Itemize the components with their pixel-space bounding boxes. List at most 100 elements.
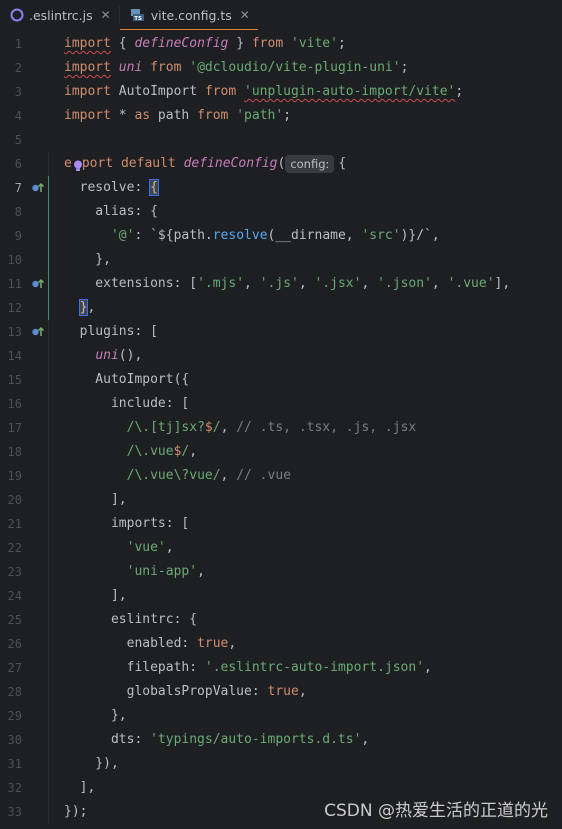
code-line[interactable]: 11 extensions: ['.mjs', '.js', '.jsx', '… bbox=[0, 272, 562, 296]
code-editor[interactable]: 1 import { defineConfig } from 'vite'; 2 im… bbox=[0, 30, 562, 829]
line-number: 10 bbox=[7, 253, 22, 267]
line-number: 2 bbox=[14, 61, 22, 75]
code-text: '@': `${path.resolve(__dirname, 'src')}/… bbox=[110, 228, 440, 243]
line-number: 22 bbox=[7, 541, 22, 555]
code-line[interactable]: 22 'vue', bbox=[0, 536, 562, 560]
implementation-gutter-icon[interactable] bbox=[30, 272, 46, 296]
line-number: 18 bbox=[7, 445, 22, 459]
intention-bulb-icon[interactable] bbox=[73, 157, 83, 171]
code-line[interactable]: 17 /\.[tj]sx?$/, // .ts, .tsx, .js, .jsx bbox=[0, 416, 562, 440]
parameter-name-hint: config: bbox=[285, 154, 335, 173]
implementation-gutter-icon[interactable] bbox=[30, 320, 46, 344]
line-number: 21 bbox=[7, 517, 22, 531]
code-text: }, bbox=[64, 708, 127, 723]
code-text: 'vue', bbox=[126, 540, 174, 555]
code-line[interactable]: 8 alias: { bbox=[0, 200, 562, 224]
code-text: import uni from '@dcloudio/vite-plugin-u… bbox=[64, 60, 409, 75]
code-text: uni(), bbox=[95, 348, 143, 363]
code-text: }); bbox=[64, 804, 88, 819]
code-line[interactable]: 14 uni(), bbox=[0, 344, 562, 368]
code-line[interactable]: 15 AutoImport({ bbox=[0, 368, 562, 392]
code-line[interactable]: 20 ], bbox=[0, 488, 562, 512]
tab-eslintrc[interactable]: .eslintrc.js ✕ bbox=[0, 0, 119, 30]
code-text: }), bbox=[64, 756, 119, 771]
code-line[interactable]: 3 import AutoImport from 'unplugin-auto-i… bbox=[0, 80, 562, 104]
code-text: ], bbox=[64, 780, 96, 795]
code-line[interactable]: 13 plugins: [ bbox=[0, 320, 562, 344]
code-text: ], bbox=[64, 588, 127, 603]
line-number: 12 bbox=[7, 301, 22, 315]
tab-vite-config[interactable]: TS vite.config.ts ✕ bbox=[119, 0, 259, 31]
code-text: /\.vue$/, bbox=[126, 444, 198, 459]
code-line[interactable]: 1 import { defineConfig } from 'vite'; bbox=[0, 32, 562, 56]
line-number: 9 bbox=[14, 229, 22, 243]
code-text: /\.vue\?vue/, // .vue bbox=[126, 468, 291, 483]
code-text: globalsPropValue: true, bbox=[64, 684, 307, 699]
code-text: 'uni-app', bbox=[126, 564, 205, 579]
editor-tab-bar: .eslintrc.js ✕ TS vite.config.ts ✕ bbox=[0, 0, 562, 31]
watermark: CSDN @热爱生活的正道的光 bbox=[324, 801, 548, 821]
line-number: 30 bbox=[7, 733, 22, 747]
line-number: 13 bbox=[7, 325, 22, 339]
code-text: enabled: true, bbox=[64, 636, 237, 651]
code-line[interactable]: 2 import uni from '@dcloudio/vite-plugin-… bbox=[0, 56, 562, 80]
code-line[interactable]: 31 }), bbox=[0, 752, 562, 776]
typescript-file-icon: TS bbox=[130, 8, 146, 22]
line-number: 16 bbox=[7, 397, 22, 411]
line-number: 7 bbox=[14, 181, 22, 195]
code-text: import { defineConfig } from 'vite'; bbox=[64, 36, 346, 51]
code-line[interactable]: 12 }, bbox=[0, 296, 562, 320]
code-line[interactable]: 4 import * as path from 'path'; bbox=[0, 104, 562, 128]
code-text: extensions: ['.mjs', '.js', '.jsx', '.js… bbox=[64, 276, 511, 291]
code-line[interactable]: 7 resolve: { bbox=[0, 176, 562, 200]
close-icon[interactable]: ✕ bbox=[101, 8, 111, 22]
code-line[interactable]: 9 '@': `${path.resolve(__dirname, 'src')… bbox=[0, 224, 562, 248]
code-line[interactable]: 6 e port default defineConfig(config:{ bbox=[0, 152, 562, 176]
code-text: plugins: [ bbox=[64, 324, 158, 339]
line-number: 28 bbox=[7, 685, 22, 699]
code-line[interactable]: 25 eslintrc: { bbox=[0, 608, 562, 632]
tab-label: vite.config.ts bbox=[150, 7, 232, 23]
code-line[interactable]: 30 dts: 'typings/auto-imports.d.ts', bbox=[0, 728, 562, 752]
code-text: dts: 'typings/auto-imports.d.ts', bbox=[64, 732, 370, 747]
code-line[interactable]: 5 bbox=[0, 128, 562, 152]
line-number: 32 bbox=[7, 781, 22, 795]
line-number: 3 bbox=[14, 85, 22, 99]
code-text: AutoImport({ bbox=[64, 372, 190, 387]
code-line[interactable]: 24 ], bbox=[0, 584, 562, 608]
line-number: 8 bbox=[14, 205, 22, 219]
code-line[interactable]: 18 /\.vue$/, bbox=[0, 440, 562, 464]
line-number: 17 bbox=[7, 421, 22, 435]
implementation-gutter-icon[interactable] bbox=[30, 176, 46, 200]
line-number: 5 bbox=[14, 133, 22, 147]
code-line[interactable]: 10 }, bbox=[0, 248, 562, 272]
line-number: 11 bbox=[7, 277, 22, 291]
code-text: e port default defineConfig(config:{ bbox=[64, 154, 347, 173]
code-text: /\.[tj]sx?$/, // .ts, .tsx, .js, .jsx bbox=[126, 420, 417, 435]
line-number: 6 bbox=[14, 157, 22, 171]
close-icon[interactable]: ✕ bbox=[240, 8, 250, 22]
code-text: include: [ bbox=[64, 396, 190, 411]
code-text: resolve: { bbox=[79, 179, 159, 196]
line-number: 19 bbox=[7, 469, 22, 483]
code-line[interactable]: 23 'uni-app', bbox=[0, 560, 562, 584]
code-text: filepath: '.eslintrc-auto-import.json', bbox=[64, 660, 432, 675]
code-text: alias: { bbox=[64, 204, 158, 219]
line-number: 24 bbox=[7, 589, 22, 603]
line-number: 31 bbox=[7, 757, 22, 771]
line-number: 25 bbox=[7, 613, 22, 627]
code-line[interactable]: 29 }, bbox=[0, 704, 562, 728]
code-line[interactable]: 16 include: [ bbox=[0, 392, 562, 416]
tab-label: .eslintrc.js bbox=[29, 7, 93, 23]
line-number: 23 bbox=[7, 565, 22, 579]
code-line[interactable]: 21 imports: [ bbox=[0, 512, 562, 536]
code-text: }, bbox=[78, 299, 96, 316]
code-line[interactable]: 27 filepath: '.eslintrc-auto-import.json… bbox=[0, 656, 562, 680]
code-line[interactable]: 28 globalsPropValue: true, bbox=[0, 680, 562, 704]
svg-text:TS: TS bbox=[134, 16, 142, 22]
code-text: import * as path from 'path'; bbox=[64, 108, 292, 123]
eslint-icon bbox=[10, 8, 24, 22]
code-line[interactable]: 19 /\.vue\?vue/, // .vue bbox=[0, 464, 562, 488]
line-number: 33 bbox=[7, 805, 22, 819]
code-line[interactable]: 26 enabled: true, bbox=[0, 632, 562, 656]
